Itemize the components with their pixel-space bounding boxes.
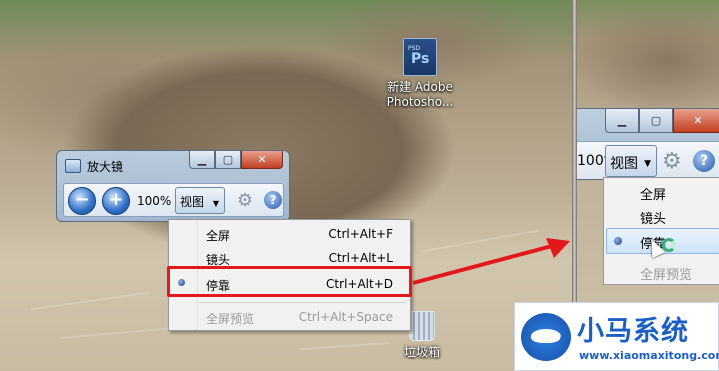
chevron-down-icon: ▼ xyxy=(212,199,219,208)
help-icon: ? xyxy=(693,150,715,172)
zoom-level: 100% xyxy=(137,194,172,208)
zoomed-view-menu: 全屏 镜头 停靠 全屏预览 xyxy=(603,177,719,285)
watermark-title: 小马系统 xyxy=(577,316,689,347)
recycle-bin-icon xyxy=(409,311,435,341)
desktop-icon-label-line1: 新建 Adobe xyxy=(387,80,453,94)
zoomed-view-label: 视图 xyxy=(610,156,638,172)
zoomed-menu-item: 镜头 xyxy=(640,212,667,227)
watermark-logo: 小马系统 www.xiaomaxitong.com xyxy=(514,302,719,371)
gear-icon: ⚙ xyxy=(662,149,682,174)
zoom-out-button[interactable]: − xyxy=(68,187,96,215)
menu-item-lens[interactable]: 镜头 Ctrl+Alt+L xyxy=(169,248,410,268)
close-button[interactable]: ✕ xyxy=(241,151,283,169)
menu-item-shortcut: Ctrl+Alt+L xyxy=(328,251,393,265)
zoomed-close-button: ✕ xyxy=(673,109,719,133)
menu-separator xyxy=(199,302,407,303)
zoomed-menu-item: 全屏预览 xyxy=(640,268,693,283)
highlight-box xyxy=(167,266,412,297)
menu-item-shortcut: Ctrl+Alt+F xyxy=(328,227,393,241)
zoomed-minimize-button: ▁ xyxy=(605,109,639,133)
photoshop-file-icon: PSD Ps xyxy=(403,38,437,76)
menu-item-shortcut: Ctrl+Alt+Space xyxy=(298,310,393,324)
zoomed-view-button: 视图 ▼ xyxy=(605,145,657,177)
zoomed-magnifier-window: ▁ ▢ ✕ 100% 视图 ▼ ⚙ ? xyxy=(577,108,719,180)
desktop-icon-label: 垃圾箱 xyxy=(403,345,440,359)
window-controls: ▁ ▢ ✕ xyxy=(189,151,283,169)
ps-letters: Ps xyxy=(411,51,430,67)
magnifier-toolbar: − + 100% 视图 ▼ ⚙ ? xyxy=(63,183,284,217)
gear-icon[interactable]: ⚙ xyxy=(235,191,255,211)
menu-item-label: 全屏预览 xyxy=(206,312,255,326)
view-button-label: 视图 xyxy=(180,195,205,209)
busy-spinner-icon xyxy=(662,238,676,252)
zoom-in-button[interactable]: + xyxy=(102,187,130,215)
watermark-url: www.xiaomaxitong.com xyxy=(579,349,719,362)
desktop-icon-psd-file[interactable]: PSD Ps 新建 Adobe Photosho... xyxy=(378,38,462,110)
zoomed-toolbar: 100% 视图 ▼ ⚙ ? xyxy=(577,141,719,179)
zoomed-menu-item: 全屏 xyxy=(640,188,667,203)
zoomed-maximize-button: ▢ xyxy=(639,109,673,133)
magnifier-window: 放大镜 ▁ ▢ ✕ − + 100% 视图 ▼ ⚙ ? xyxy=(56,150,290,222)
menu-item-fullscreen-preview: 全屏预览 Ctrl+Alt+Space xyxy=(169,307,410,327)
sand-ripple xyxy=(300,341,390,351)
window-title: 放大镜 xyxy=(87,160,124,174)
menu-item-fullscreen[interactable]: 全屏 Ctrl+Alt+F xyxy=(169,224,410,244)
desktop-icon-label-line2: Photosho... xyxy=(386,95,454,109)
radio-selected-icon xyxy=(614,237,622,245)
minimize-button[interactable]: ▁ xyxy=(189,151,215,169)
maximize-button[interactable]: ▢ xyxy=(215,151,241,169)
red-arrow-icon xyxy=(412,238,570,285)
view-dropdown-button[interactable]: 视图 ▼ xyxy=(175,187,225,214)
chevron-down-icon: ▼ xyxy=(644,159,651,169)
zoomed-window-controls: ▁ ▢ ✕ xyxy=(605,109,719,133)
magnifier-app-icon xyxy=(65,159,81,173)
help-icon[interactable]: ? xyxy=(264,191,282,209)
horse-logo-icon xyxy=(521,313,571,361)
menu-item-label: 全屏 xyxy=(206,229,231,243)
sand-ripple xyxy=(30,291,150,311)
